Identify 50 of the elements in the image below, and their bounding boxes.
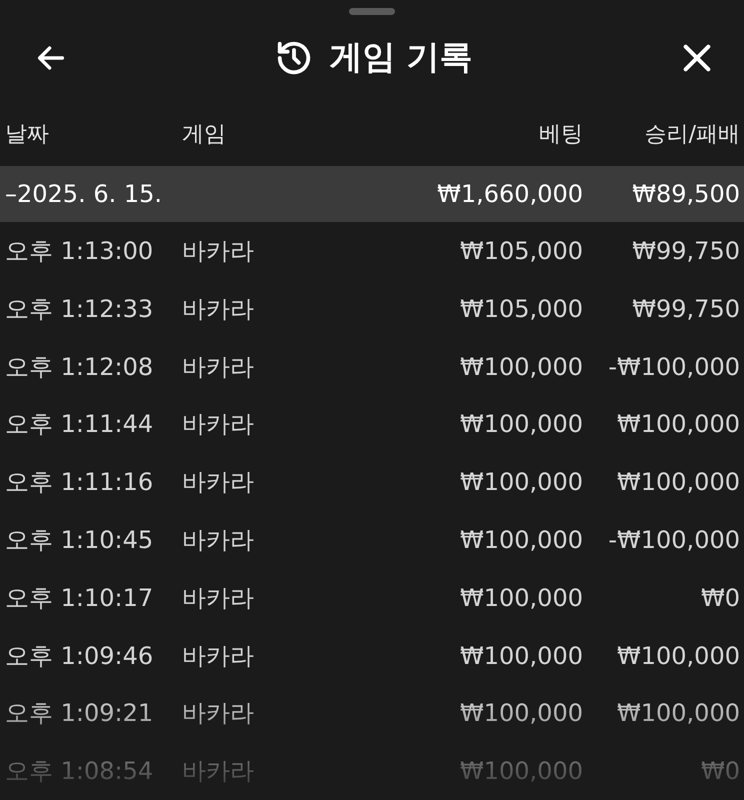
time-cell-text: 오후 1:09:21: [5, 698, 154, 730]
result-cell-text: ₩100,000: [616, 699, 740, 728]
result-cell-text: ₩0: [700, 584, 740, 612]
game-cell-text: 바카라: [182, 698, 255, 730]
bet-cell-text: ₩100,000: [459, 468, 583, 496]
result-cell-text: -₩100,000: [607, 526, 740, 554]
column-header: 날짜: [5, 120, 50, 149]
time-cell-text: 오후 1:12:33: [5, 294, 154, 325]
game-cell-text: 바카라: [182, 409, 255, 440]
bet-cell-text: ₩105,000: [459, 236, 583, 265]
time-cell-text: 오후 1:10:17: [5, 582, 154, 614]
column-header: 게임: [182, 120, 227, 149]
bet-cell-text: ₩100,000: [459, 410, 583, 438]
bet-cell-text: ₩100,000: [459, 699, 583, 728]
game-cell-text: 바카라: [182, 352, 255, 383]
date-cell-text: –2025. 6. 15.: [5, 180, 164, 208]
result-cell-text: ₩100,000: [616, 642, 740, 670]
bet-cell-text: ₩100,000: [459, 642, 583, 670]
result-cell-text: -₩100,000: [607, 352, 740, 381]
time-cell-text: 오후 1:08:54: [5, 756, 154, 788]
time-cell-text: 오후 1:12:08: [5, 352, 154, 383]
game-cell-text: 바카라: [182, 582, 255, 614]
time-cell-text: 오후 1:10:45: [5, 524, 154, 556]
bet-cell-text: ₩100,000: [459, 757, 583, 786]
result-cell-text: ₩0: [700, 757, 740, 786]
game-cell-text: 바카라: [182, 756, 255, 788]
game-cell-text: 바카라: [182, 236, 255, 267]
result-cell-text: ₩99,750: [631, 294, 740, 323]
date-summary-row[interactable]: –2025. 6. 15. ₩1,660,000 ₩89,500: [0, 166, 744, 222]
time-cell-text: 오후 1:09:46: [5, 640, 154, 672]
bet-cell-text: ₩105,000: [459, 294, 583, 323]
drag-handle[interactable]: [349, 8, 395, 15]
game-cell-text: 바카라: [182, 640, 255, 672]
window-title: 게임 기록: [329, 36, 473, 78]
bet-cell-text: ₩100,000: [459, 352, 583, 381]
game-cell-text: 바카라: [182, 524, 255, 556]
total-result-cell-text: ₩89,500: [631, 180, 740, 208]
total-bet-cell-text: ₩1,660,000: [436, 180, 583, 208]
game-cell-text: 바카라: [182, 467, 255, 498]
result-cell-text: ₩100,000: [616, 468, 740, 496]
bet-cell-text: ₩100,000: [459, 584, 583, 612]
time-cell-text: 오후 1:11:44: [5, 409, 154, 440]
result-cell-text: ₩99,750: [631, 236, 740, 265]
time-cell-text: 오후 1:13:00: [5, 236, 154, 267]
result-cell-text: ₩100,000: [616, 410, 740, 438]
time-cell-text: 오후 1:11:16: [5, 467, 154, 498]
column-header: 승리/패배: [644, 120, 740, 149]
bet-cell-text: ₩100,000: [459, 526, 583, 554]
column-header: 베팅: [538, 120, 583, 149]
game-cell-text: 바카라: [182, 294, 255, 325]
